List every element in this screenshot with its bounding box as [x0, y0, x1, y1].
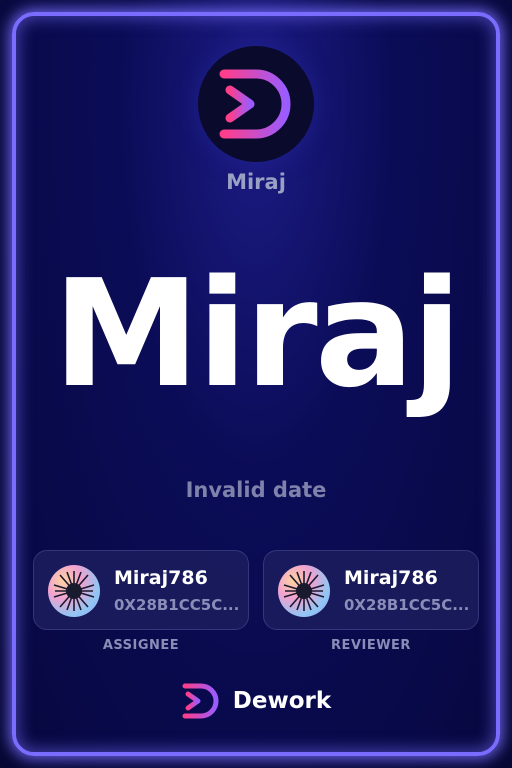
assignee-card[interactable]: Miraj786 0X28B1CC5C...: [33, 550, 249, 630]
assignee-name: Miraj786: [114, 567, 208, 589]
task-title: Miraj: [52, 248, 463, 420]
avatar-icon: [48, 565, 100, 617]
reviewer-card[interactable]: Miraj786 0X28B1CC5C...: [263, 550, 479, 630]
reviewer-address: 0X28B1CC5C...: [344, 596, 470, 614]
organization-name: Miraj: [226, 170, 286, 194]
reviewer-name: Miraj786: [344, 567, 438, 589]
organization-logo: [198, 46, 314, 162]
avatar-icon: [278, 565, 330, 617]
footer-brand: Dework: [0, 680, 512, 722]
assignee-label: ASSIGNEE: [102, 638, 180, 653]
dework-logo-icon: [182, 683, 219, 719]
brand-name: Dework: [232, 688, 332, 714]
assignee-address: 0X28B1CC5C...: [114, 596, 240, 614]
task-date: Invalid date: [185, 478, 327, 502]
dework-logo-icon: [219, 69, 291, 139]
reviewer-label: REVIEWER: [331, 638, 411, 653]
